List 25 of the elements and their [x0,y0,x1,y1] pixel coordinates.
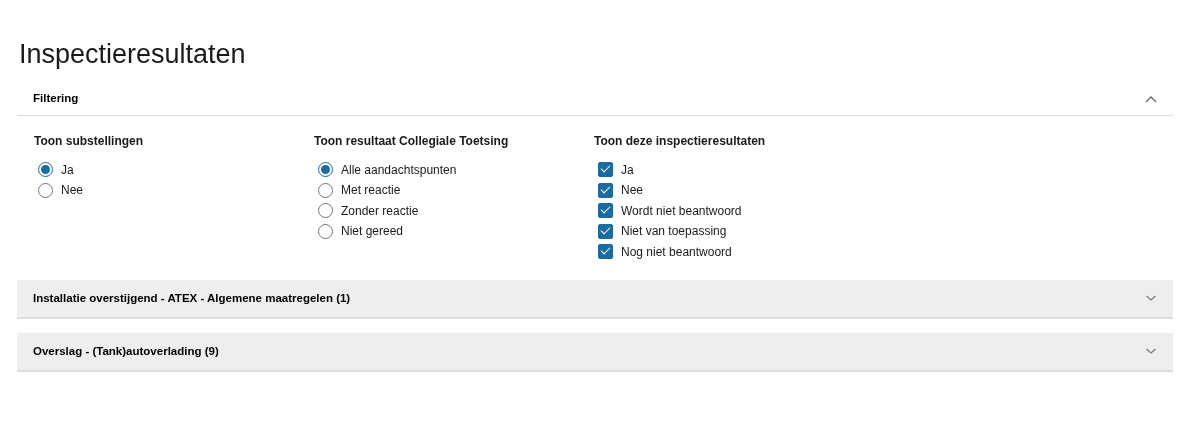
option-label: Niet gereed [341,223,404,241]
option-label: Nee [61,182,83,200]
checkbox[interactable] [598,182,613,198]
option-label: Ja [621,161,634,179]
group-label: Toon deze inspectieresultaten [594,133,767,151]
chevron-down-icon [1145,347,1157,356]
option-label: Nee [621,182,643,200]
checkbox[interactable] [598,162,613,178]
chevron-down-icon [1145,294,1157,303]
option-label: Alle aandachtspunten [341,161,457,179]
option-label: Niet van toepassing [621,223,727,241]
chevron-up-icon [1145,94,1157,103]
page-title: Inspectieresultaten [19,38,247,71]
group-label: Toon resultaat Collegiale Toetsing [314,133,510,151]
option-label: Met reactie [341,182,401,200]
accordion-header[interactable]: Installatie overstijgend - ATEX - Algemene maatregelen (1) [17,279,1173,319]
checkbox[interactable] [598,203,613,219]
checkbox[interactable] [598,223,613,239]
accordion-header[interactable]: Overslag - (Tank)autoverlading (9) [17,332,1173,372]
group-label: Toon substellingen [34,133,145,151]
option-label: Zonder reactie [341,202,419,220]
option-label: Ja [61,161,74,179]
option-label: Wordt niet beantwoord [621,202,742,220]
checkbox[interactable] [598,244,613,260]
option-label: Nog niet beantwoord [621,243,732,261]
